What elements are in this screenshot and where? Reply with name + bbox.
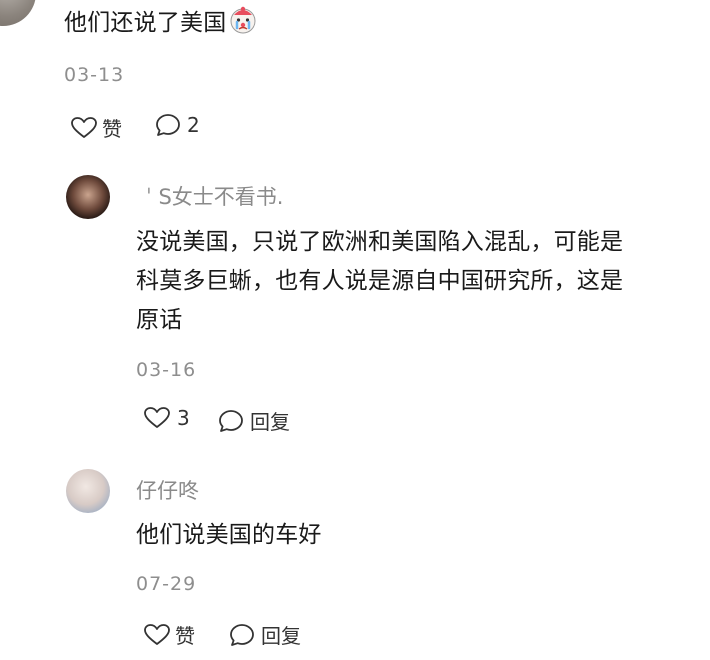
comment-date: 03-13 (64, 64, 125, 86)
reply-button[interactable]: 回复 (218, 406, 290, 435)
reply-date: 07-29 (136, 573, 197, 595)
avatar[interactable] (0, 0, 36, 26)
comment-bubble-icon (156, 114, 180, 136)
like-button[interactable]: 赞 (143, 620, 195, 649)
reply-text-line: 没说美国，只说了欧洲和美国陷入混乱，可能是 (136, 229, 624, 255)
like-button[interactable]: 3 (143, 406, 190, 430)
reply-count-button[interactable]: 2 (155, 113, 200, 137)
reply-text: 他们说美国的车好 (136, 522, 322, 548)
like-button[interactable]: 赞 (70, 113, 122, 142)
comment-bubble-icon (230, 623, 254, 646)
comment-text: 他们还说了美国 (64, 6, 258, 40)
crying-clown-emoji-icon (230, 6, 256, 34)
comment-body: 他们还说了美国 (64, 10, 227, 36)
reply-text-line: 原话 (136, 307, 183, 333)
heart-icon (71, 116, 97, 138)
like-label: 赞 (175, 624, 195, 648)
like-label: 赞 (102, 117, 122, 141)
username[interactable]: ˈ S女士不看书. (146, 181, 283, 211)
reply-label: 回复 (250, 410, 290, 434)
avatar[interactable] (66, 175, 110, 219)
reply-label: 回复 (261, 624, 301, 648)
like-count: 3 (177, 406, 190, 430)
heart-icon (144, 623, 170, 645)
avatar[interactable] (66, 469, 110, 513)
heart-icon (144, 407, 170, 428)
reply-text-line: 科莫多巨蜥，也有人说是源自中国研究所，这是 (136, 268, 624, 294)
reply-count: 2 (187, 113, 200, 137)
reply-date: 03-16 (136, 359, 197, 381)
username[interactable]: 仔仔咚 (136, 475, 199, 505)
reply-button[interactable]: 回复 (229, 620, 301, 649)
comment-bubble-icon (219, 409, 243, 432)
